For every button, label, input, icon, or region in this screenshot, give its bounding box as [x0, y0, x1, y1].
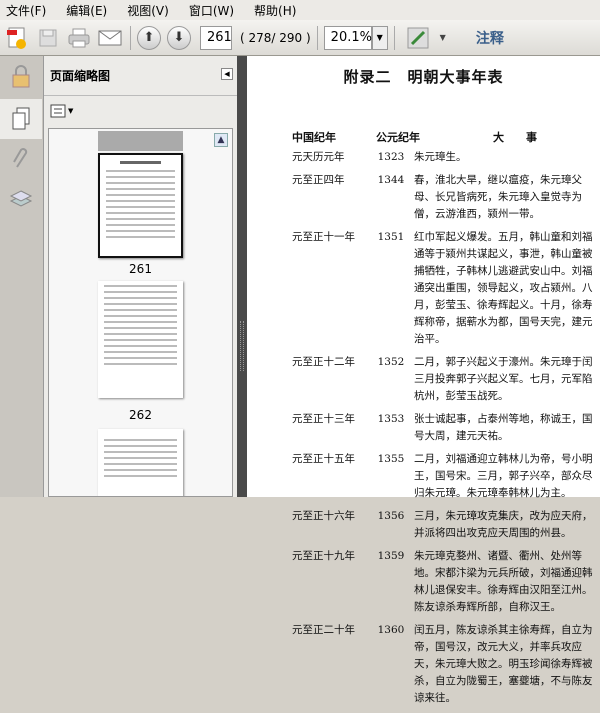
table-row: 元至正二十年 1360 闰五月，陈友谅杀其主徐寿辉，自立为帝，国号汉，改元大义，并率…	[292, 622, 597, 707]
table-row: 元至正四年 1344 春，淮北大旱，继以瘟疫，朱元璋父母、长兄皆病死，朱元璋入皇觉寺…	[292, 172, 597, 223]
cell-era: 元至正二十年	[292, 624, 355, 636]
divider	[130, 25, 131, 50]
thumbnail-label: 262	[129, 408, 152, 422]
cell-year: 1351	[377, 231, 405, 243]
toolbar: ⬆ ⬇ 261 ( 278/ 290 ) 20.1% ▼ ▼ 注释	[0, 20, 600, 56]
document-view: 附录二 明朝大事年表 中国纪年 公元纪年 大 事 元天历元年 1323 朱元璋生。元…	[247, 56, 600, 704]
previous-page-button[interactable]: ⬆	[137, 25, 161, 50]
zoom-dropdown-button[interactable]: ▼	[371, 25, 388, 50]
menu-view[interactable]: 视图(V)	[127, 2, 169, 19]
cell-event: 三月，朱元璋攻克集庆，改为应天府，并派将四出攻克应天周围的州县。	[414, 510, 593, 539]
table-row: 元至正十五年 1355 二月，刘福通迎立韩林儿为帝，号小明王，国号宋。三月，郭子兴卒…	[292, 451, 597, 502]
thumbnail-page-260[interactable]	[98, 131, 183, 151]
thumbnail-page-263[interactable]	[98, 429, 183, 496]
menu-file[interactable]: 文件(F)	[6, 2, 46, 19]
cell-year: 1359	[377, 550, 405, 562]
save-icon[interactable]	[34, 24, 62, 52]
page-thumbnails-panel: 页面缩略图 ◀ ▼ ▲ 261 262	[44, 56, 237, 497]
table-row: 元至正十九年 1359 朱元璋克婺州、诸暨、衢州、处州等地。宋都汴梁为元兵所破，刘福…	[292, 548, 597, 616]
cell-event: 张士诚起事，占泰州等地，称诚王，国号大周，建元天祐。	[414, 413, 593, 442]
create-pdf-icon[interactable]	[3, 24, 31, 52]
cell-era: 元至正十二年	[292, 356, 355, 368]
header-year: 公元纪年	[376, 131, 420, 144]
cell-year: 1344	[377, 174, 405, 186]
cell-era: 元至正十六年	[292, 510, 355, 522]
cell-year: 1360	[377, 624, 405, 636]
next-page-button[interactable]: ⬇	[167, 25, 191, 50]
table-header: 中国纪年 公元纪年 大 事	[292, 129, 594, 145]
divider	[393, 25, 395, 50]
menu-edit[interactable]: 编辑(E)	[66, 2, 107, 19]
zoom-input[interactable]: 20.1%	[323, 25, 372, 50]
thumbnail-list[interactable]: ▲ 261 262	[48, 128, 233, 497]
cell-event: 朱元璋生。	[414, 151, 467, 163]
header-era: 中国纪年	[292, 131, 336, 144]
cell-era: 元至正十九年	[292, 550, 355, 562]
cell-event: 闰五月，陈友谅杀其主徐寿辉，自立为帝，国号汉，改元大义，并率兵攻应天，朱元璋大败…	[414, 624, 593, 704]
thumbnail-label: 261	[129, 262, 152, 276]
page-count: ( 278/ 290 )	[240, 30, 311, 45]
panel-splitter[interactable]	[237, 56, 247, 497]
cell-event: 二月，郭子兴起义于濠州。朱元璋于闰三月投奔郭子兴起义军。七月，元军陷杭州，彭莹玉…	[414, 356, 593, 402]
cell-era: 元至正十一年	[292, 231, 355, 243]
page-number-input[interactable]: 261	[200, 25, 232, 50]
fit-page-icon[interactable]	[404, 24, 432, 52]
table-row: 元至正十三年 1353 张士诚起事，占泰州等地，称诚王，国号大周，建元天祐。	[292, 411, 597, 445]
email-icon[interactable]	[96, 24, 124, 52]
splitter-grip[interactable]	[240, 321, 244, 371]
menu-window[interactable]: 窗口(W)	[189, 2, 234, 19]
cell-era: 元天历元年	[292, 151, 345, 163]
menu-help[interactable]: 帮助(H)	[254, 2, 296, 19]
cell-event: 红巾军起义爆发。五月，韩山童和刘福通等于颍州共谋起义，事泄，韩山童被捕牺牲，子韩…	[414, 231, 593, 345]
cell-event: 二月，刘福通迎立韩林儿为帝，号小明王，国号宋。三月，郭子兴卒，部众尽归朱元璋。朱…	[414, 453, 593, 499]
cell-event: 朱元璋克婺州、诸暨、衢州、处州等地。宋都汴梁为元兵所破，刘福通迎韩林儿退保安丰。…	[414, 550, 593, 613]
security-lock-icon[interactable]	[0, 56, 42, 96]
cell-event: 春，淮北大旱，继以瘟疫，朱元璋父母、长兄皆病死，朱元璋入皇觉寺为僧，云游淮西，颍…	[414, 174, 582, 220]
cell-era: 元至正十三年	[292, 413, 355, 425]
attachments-paperclip-icon[interactable]	[0, 139, 42, 179]
table-row: 元至正十二年 1352 二月，郭子兴起义于濠州。朱元璋于闰三月投奔郭子兴起义军。七月…	[292, 354, 597, 405]
layers-icon[interactable]	[0, 179, 42, 219]
cell-era: 元至正十五年	[292, 453, 355, 465]
cell-year: 1355	[377, 453, 405, 465]
document-title: 附录二 明朝大事年表	[343, 68, 504, 86]
cell-year: 1356	[377, 510, 405, 522]
menu-bar: 文件(F) 编辑(E) 视图(V) 窗口(W) 帮助(H)	[0, 0, 600, 20]
cell-year: 1323	[377, 151, 405, 163]
table-row: 元天历元年 1323 朱元璋生。	[292, 149, 597, 166]
thumbnail-page-262[interactable]	[98, 281, 183, 398]
scroll-up-button[interactable]: ▲	[214, 133, 228, 147]
navigation-strip	[0, 56, 44, 497]
cell-year: 1352	[377, 356, 405, 368]
table-row: 元至正十六年 1356 三月，朱元璋攻克集庆，改为应天府，并派将四出攻克应天周围的州…	[292, 508, 597, 542]
pages-icon[interactable]	[0, 99, 42, 139]
options-menu-icon[interactable]: ▼	[50, 104, 73, 118]
print-icon[interactable]	[65, 24, 93, 52]
divider	[316, 25, 318, 50]
thumbnail-page-261[interactable]	[98, 153, 183, 258]
event-table: 元天历元年 1323 朱元璋生。元至正四年 1344 春，淮北大旱，继以瘟疫，朱元璋父母…	[292, 149, 597, 713]
comment-button[interactable]: 注释	[476, 28, 504, 48]
cell-year: 1353	[377, 413, 405, 425]
cell-era: 元至正四年	[292, 174, 345, 186]
panel-title: 页面缩略图	[50, 69, 111, 83]
more-tools-dropdown[interactable]: ▼	[440, 33, 446, 42]
table-row: 元至正十一年 1351 红巾军起义爆发。五月，韩山童和刘福通等于颍州共谋起义，事泄，…	[292, 229, 597, 348]
header-events: 大 事	[493, 131, 537, 144]
collapse-panel-button[interactable]: ◀	[221, 68, 233, 80]
